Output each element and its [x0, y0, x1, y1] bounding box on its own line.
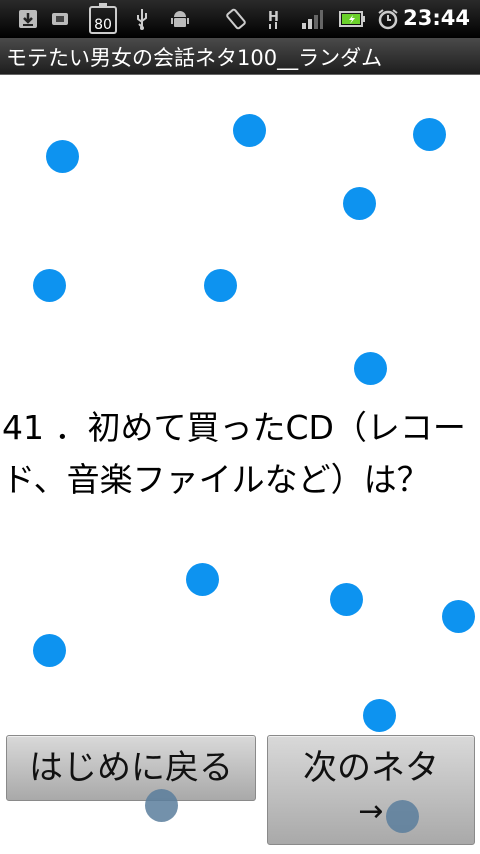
question-screen: 41 ．初めて買ったCD（レコード、音楽ファイルなど）は？ はじめに戻る 次のネ… [0, 75, 480, 854]
decorative-dot [413, 118, 446, 151]
decorative-dot [386, 800, 419, 833]
clock: 23:44 [403, 6, 470, 30]
android-icon [171, 11, 189, 27]
decorative-dot [204, 269, 237, 302]
app-title: モテたい男女の会話ネタ100__ランダム [6, 46, 383, 70]
network-h-icon: H [268, 10, 279, 29]
back-button-label: はじめに戻る [29, 748, 233, 788]
battery-small-icon: 80 [89, 3, 117, 34]
decorative-dot [442, 600, 475, 633]
decorative-dot [46, 140, 79, 173]
alarm-icon [378, 9, 398, 30]
rotate-icon [226, 8, 246, 30]
usb-icon [137, 9, 147, 30]
settings-icon [52, 13, 68, 25]
battery-icon [339, 11, 365, 27]
arrow-right-icon: → [358, 794, 384, 829]
decorative-dot [343, 187, 376, 220]
decorative-dot [363, 699, 396, 732]
decorative-dot [233, 114, 266, 147]
decorative-dot [354, 352, 387, 385]
signal-icon [302, 10, 323, 29]
question-text: 41 ．初めて買ったCD（レコード、音楽ファイルなど）は？ [2, 408, 466, 499]
decorative-dot [145, 789, 178, 822]
back-to-start-button[interactable]: はじめに戻る [6, 735, 256, 801]
svg-text:H: H [268, 10, 279, 25]
decorative-dot [33, 634, 66, 667]
next-button-label: 次のネタ [303, 748, 439, 788]
decorative-dot [186, 563, 219, 596]
next-topic-button[interactable]: 次のネタ → [267, 735, 475, 845]
download-icon [19, 10, 37, 28]
svg-text:80: 80 [94, 17, 112, 33]
decorative-dot [330, 583, 363, 616]
status-bar: 80 H 23:44 [0, 0, 480, 38]
title-bar: モテたい男女の会話ネタ100__ランダム [0, 38, 480, 75]
decorative-dot [33, 269, 66, 302]
